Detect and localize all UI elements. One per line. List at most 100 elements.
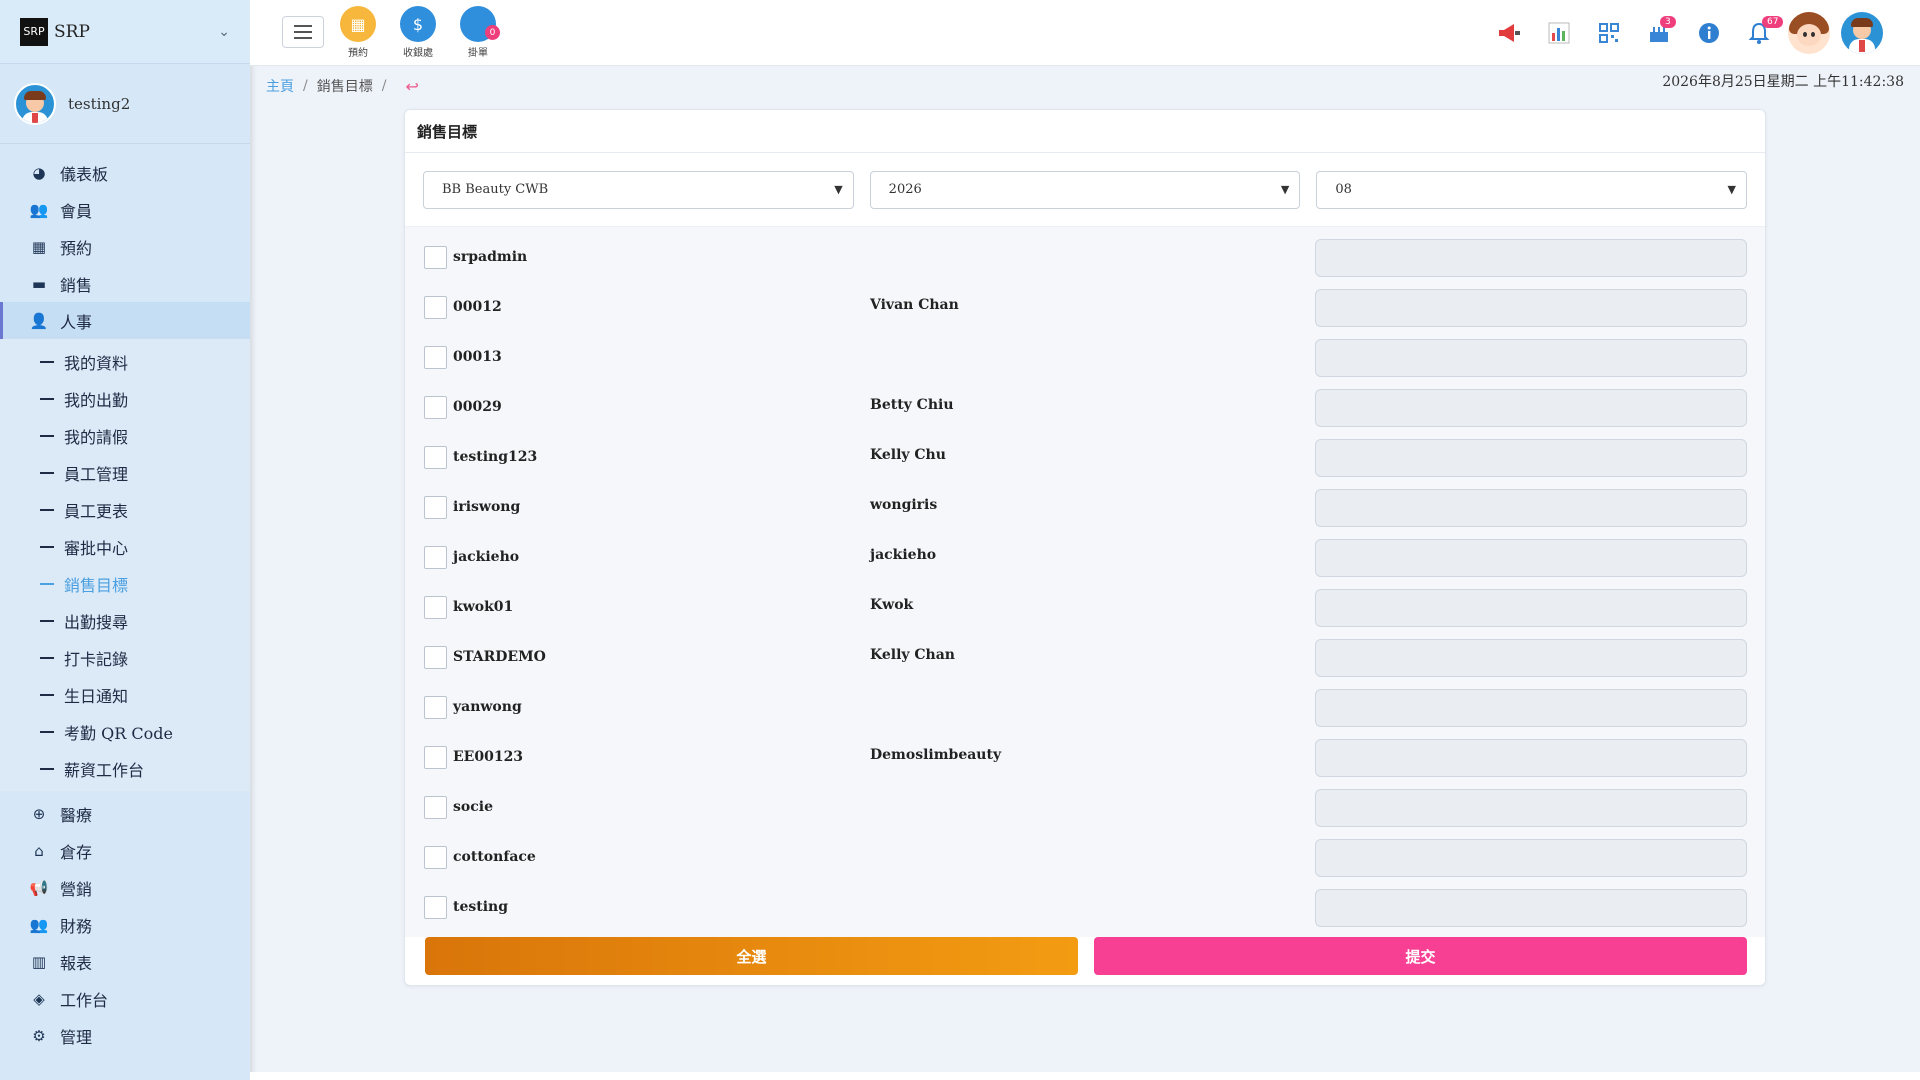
year-select[interactable]: 2026 ▼ (869, 170, 1301, 209)
sidebar-item-hr[interactable]: 👤 人事 (0, 302, 250, 339)
row-checkbox[interactable] (424, 546, 447, 569)
quick-pending-order-button[interactable]: 0 掛單 (450, 6, 506, 59)
sub-item-sales-target[interactable]: 銷售目標 (0, 565, 250, 602)
target-input[interactable] (1315, 589, 1747, 627)
target-input[interactable] (1315, 739, 1747, 777)
sub-item-approval-center[interactable]: 審批中心 (0, 528, 250, 565)
sidebar-item-inventory[interactable]: ⌂ 倉存 (0, 832, 250, 869)
bar-chart-icon: ▥ (31, 952, 47, 971)
sidebar-item-booking[interactable]: ▦ 預約 (0, 228, 250, 265)
back-icon[interactable]: ↩ (405, 77, 418, 96)
sidebar-item-sales[interactable]: ▬ 銷售 (0, 265, 250, 302)
info-icon[interactable] (1684, 10, 1734, 56)
target-input[interactable] (1315, 839, 1747, 877)
user-profile[interactable]: testing2 (0, 64, 250, 144)
table-row: socie (405, 785, 1765, 835)
user-avatar[interactable] (1834, 10, 1890, 56)
staff-code: 00029 (453, 399, 502, 415)
month-select[interactable]: 08 ▼ (1316, 170, 1748, 209)
sidebar-item-label: 管理 (60, 1027, 93, 1047)
sidebar-item-marketing[interactable]: 📢 營銷 (0, 869, 250, 906)
menu-toggle-button[interactable] (282, 16, 324, 48)
sub-item-clock-records[interactable]: 打卡記錄 (0, 639, 250, 676)
row-checkbox[interactable] (424, 646, 447, 669)
table-row: srpadmin (405, 235, 1765, 285)
target-input[interactable] (1315, 489, 1747, 527)
row-checkbox[interactable] (424, 596, 447, 619)
chevron-down-icon[interactable]: ⌄ (218, 24, 230, 40)
row-checkbox[interactable] (424, 396, 447, 419)
target-input[interactable] (1315, 539, 1747, 577)
quick-booking-button[interactable]: ▦ 預約 (330, 6, 386, 59)
sub-item-label: 生日通知 (64, 686, 129, 706)
sidebar-item-members[interactable]: 👥 會員 (0, 191, 250, 228)
sub-item-my-profile[interactable]: 我的資料 (0, 343, 250, 380)
staff-code: srpadmin (453, 249, 528, 265)
warehouse-icon: ⌂ (34, 841, 44, 860)
target-input[interactable] (1315, 389, 1747, 427)
breadcrumb: 主頁 / 銷售目標 / ↩ (266, 76, 419, 96)
target-input[interactable] (1315, 339, 1747, 377)
footer-bar (250, 1072, 1920, 1080)
table-row: cottonface (405, 835, 1765, 885)
bell-icon[interactable]: 67 (1734, 10, 1784, 56)
target-input[interactable] (1315, 789, 1747, 827)
target-input[interactable] (1315, 239, 1747, 277)
sidebar-item-admin[interactable]: ⚙ 管理 (0, 1017, 250, 1054)
brand-header[interactable]: SRP SRP ⌄ (0, 0, 250, 64)
sidebar-item-workbench[interactable]: ◈ 工作台 (0, 980, 250, 1017)
pie-chart-icon: ◕ (32, 163, 46, 182)
target-input[interactable] (1315, 689, 1747, 727)
breadcrumb-home[interactable]: 主頁 (266, 76, 294, 96)
row-checkbox[interactable] (424, 896, 447, 919)
row-checkbox[interactable] (424, 696, 447, 719)
staff-code: iriswong (453, 499, 521, 515)
dash-icon (40, 434, 54, 437)
row-checkbox[interactable] (424, 246, 447, 269)
staff-avatar[interactable] (1784, 10, 1834, 56)
dash-icon (40, 471, 54, 474)
row-checkbox[interactable] (424, 746, 447, 769)
sub-item-my-leave[interactable]: 我的請假 (0, 417, 250, 454)
calendar-icon: ▦ (31, 237, 47, 256)
target-input[interactable] (1315, 289, 1747, 327)
sub-item-payroll[interactable]: 薪資工作台 (0, 750, 250, 787)
sidebar-item-reports[interactable]: ▥ 報表 (0, 943, 250, 980)
sub-item-staff-roster[interactable]: 員工更表 (0, 491, 250, 528)
target-input[interactable] (1315, 639, 1747, 677)
quick-cashier-button[interactable]: $ 收銀處 (390, 6, 446, 59)
target-input[interactable] (1315, 889, 1747, 927)
sub-item-my-attendance[interactable]: 我的出勤 (0, 380, 250, 417)
users-icon: 👥 (29, 915, 49, 934)
user-icon: 👤 (29, 311, 49, 330)
sub-item-label: 考勤 QR Code (64, 723, 173, 743)
sidebar-item-medical[interactable]: ⊕ 醫療 (0, 795, 250, 832)
row-checkbox[interactable] (424, 446, 447, 469)
staff-code: testing (453, 899, 509, 915)
sidebar-item-dashboard[interactable]: ◕ 儀表板 (0, 154, 250, 191)
row-checkbox[interactable] (424, 346, 447, 369)
row-checkbox[interactable] (424, 296, 447, 319)
birthday-cake-icon[interactable]: 3 (1634, 10, 1684, 56)
sidebar-item-label: 報表 (60, 953, 93, 973)
submit-button[interactable]: 提交 (1094, 937, 1747, 975)
sub-item-birthday-notice[interactable]: 生日通知 (0, 676, 250, 713)
shop-select[interactable]: BB Beauty CWB ▼ (423, 170, 854, 209)
row-checkbox[interactable] (424, 796, 447, 819)
megaphone-icon[interactable] (1484, 10, 1534, 56)
staff-name: Demoslimbeauty (870, 747, 1002, 763)
qr-code-icon[interactable] (1584, 10, 1634, 56)
select-all-button[interactable]: 全選 (425, 937, 1078, 975)
row-checkbox[interactable] (424, 846, 447, 869)
sub-item-staff-management[interactable]: 員工管理 (0, 454, 250, 491)
target-input[interactable] (1315, 439, 1747, 477)
staff-name: wongiris (870, 497, 938, 513)
row-checkbox[interactable] (424, 496, 447, 519)
sub-item-attendance-search[interactable]: 出勤搜尋 (0, 602, 250, 639)
breadcrumb-separator: / (303, 78, 308, 94)
sub-item-attendance-qr[interactable]: 考勤 QR Code (0, 713, 250, 750)
bar-chart-icon[interactable] (1534, 10, 1584, 56)
sidebar-item-finance[interactable]: 👥 財務 (0, 906, 250, 943)
sidebar-item-label: 人事 (60, 312, 93, 332)
birthday-badge: 3 (1660, 16, 1676, 28)
